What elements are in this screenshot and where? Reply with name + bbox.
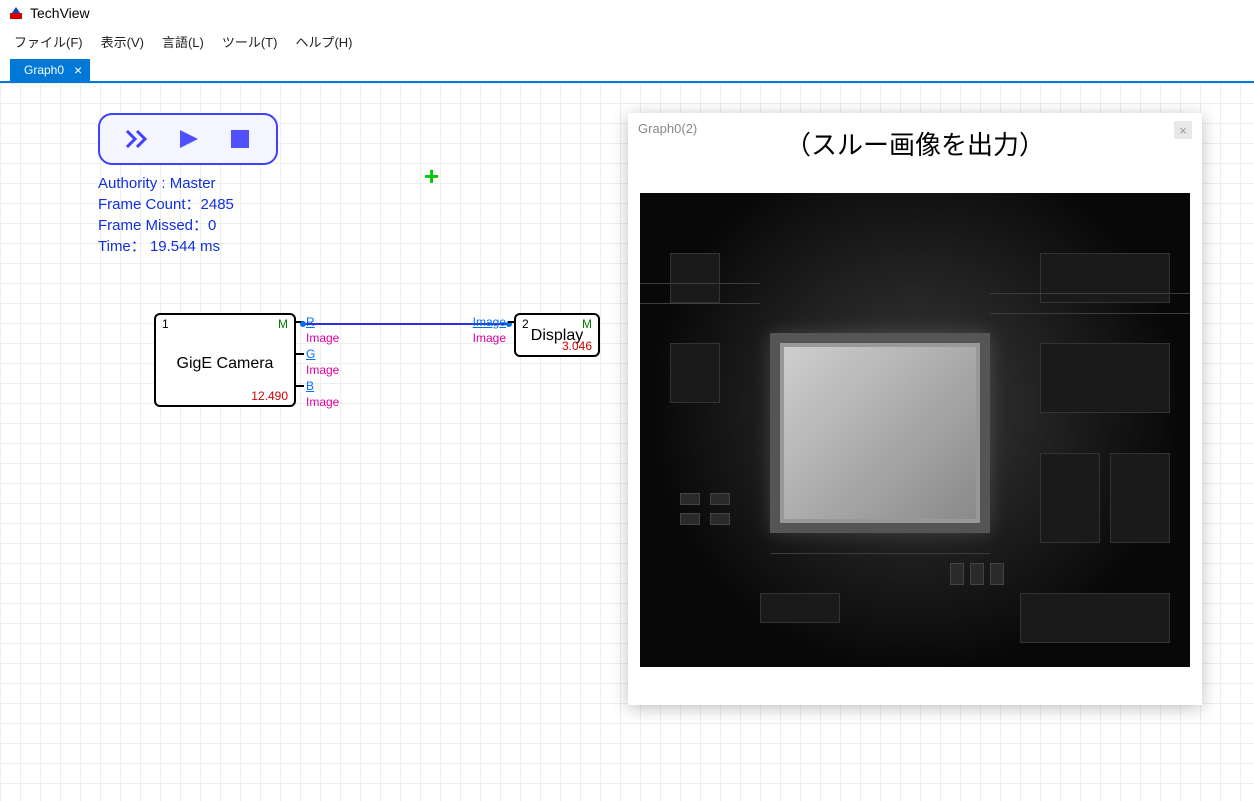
port-camera-b-type: Image: [296, 395, 339, 409]
pcb-trace: [770, 553, 990, 554]
pcb-trace: [990, 293, 1190, 294]
run-stats: Authority : Master Frame Count：2485 Fram…: [98, 173, 234, 257]
pcb-component: [670, 253, 720, 303]
node-index: 1: [162, 317, 169, 331]
preview-image: [640, 193, 1190, 667]
menu-tool[interactable]: ツール(T): [222, 32, 278, 51]
connection-endpoint[interactable]: [300, 321, 306, 327]
tab-graph0[interactable]: Graph0 ×: [10, 59, 90, 81]
stat-frame-missed: Frame Missed：0: [98, 215, 234, 236]
pcb-component: [670, 343, 720, 403]
pcb-trace: [990, 313, 1190, 314]
node-title: GigE Camera: [156, 355, 294, 373]
pcb-trace: [640, 303, 760, 304]
port-display-in[interactable]: Image: [458, 315, 516, 329]
port-camera-g-type: Image: [296, 363, 339, 377]
pcb-smd: [680, 493, 700, 505]
pcb-smd: [680, 513, 700, 525]
node-time: 3.046: [562, 339, 592, 353]
menu-file[interactable]: ファイル(F): [14, 32, 83, 51]
tab-strip: Graph0 ×: [0, 59, 1254, 83]
step-button[interactable]: [122, 124, 152, 154]
pcb-component: [1040, 453, 1100, 543]
tab-label: Graph0: [24, 63, 64, 77]
pcb-component: [1110, 453, 1170, 543]
stat-frame-count: Frame Count：2485: [98, 194, 234, 215]
menu-help[interactable]: ヘルプ(H): [295, 32, 352, 51]
port-camera-g[interactable]: G: [296, 347, 315, 361]
pcb-smd: [970, 563, 984, 585]
pcb-smd: [990, 563, 1004, 585]
run-control-toolbar: [98, 113, 278, 165]
add-cursor-icon: +: [424, 161, 439, 192]
pcb-chip: [770, 333, 990, 533]
pcb-background: [640, 193, 1190, 667]
preview-caption: （スルー画像を出力）: [628, 125, 1202, 162]
node-m-flag: M: [278, 317, 288, 331]
stop-button[interactable]: [225, 124, 255, 154]
pcb-component: [1040, 253, 1170, 303]
port-display-in-type: Image: [458, 331, 516, 345]
node-gige-camera[interactable]: 1 M GigE Camera 12.490: [154, 313, 296, 407]
node-display[interactable]: 2 M Display 3.046: [514, 313, 600, 357]
title-bar: TechView: [0, 0, 1254, 26]
menu-bar: ファイル(F) 表示(V) 言語(L) ツール(T) ヘルプ(H): [0, 26, 1254, 59]
port-camera-b[interactable]: B: [296, 379, 314, 393]
play-button[interactable]: [173, 124, 203, 154]
pcb-component: [1040, 343, 1170, 413]
app-title: TechView: [30, 5, 90, 21]
pcb-smd: [710, 513, 730, 525]
stat-authority: Authority : Master: [98, 173, 234, 194]
pcb-trace: [640, 283, 760, 284]
preview-window[interactable]: Graph0(2) × （スルー画像を出力）: [628, 113, 1202, 705]
tab-close-icon[interactable]: ×: [74, 62, 82, 78]
node-time: 12.490: [251, 389, 288, 403]
pcb-component: [1020, 593, 1170, 643]
port-camera-r-type: Image: [296, 331, 339, 345]
pcb-smd: [710, 493, 730, 505]
pcb-smd: [950, 563, 964, 585]
menu-view[interactable]: 表示(V): [101, 32, 144, 51]
pcb-component: [760, 593, 840, 623]
graph-canvas[interactable]: Authority : Master Frame Count：2485 Fram…: [0, 83, 1254, 801]
menu-language[interactable]: 言語(L): [162, 32, 204, 51]
app-icon: [8, 5, 24, 21]
stat-time: Time： 19.544 ms: [98, 236, 234, 257]
